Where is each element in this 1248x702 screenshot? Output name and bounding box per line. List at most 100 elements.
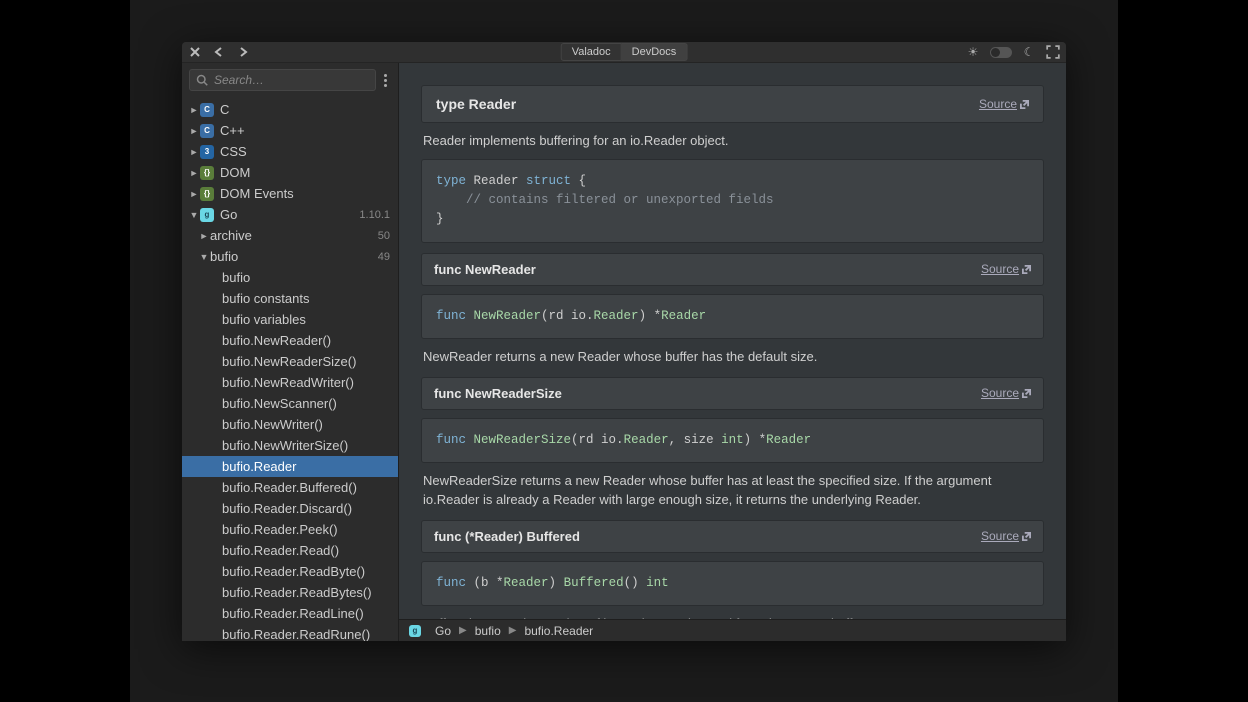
tree-label: bufio.NewWriter(): [222, 417, 390, 432]
tree-label: bufio.Reader.Discard(): [222, 501, 390, 516]
section-type-reader: type Reader Source: [421, 85, 1044, 123]
forward-icon[interactable]: [236, 45, 250, 59]
go-icon: g: [409, 625, 421, 637]
menu-icon[interactable]: [380, 72, 391, 88]
breadcrumb-item[interactable]: bufio.Reader: [524, 624, 593, 638]
tree-item[interactable]: bufio: [182, 267, 398, 288]
tree-label: bufio constants: [222, 291, 390, 306]
tree-item[interactable]: bufio.Reader.Buffered(): [182, 477, 398, 498]
search-input[interactable]: [189, 69, 376, 91]
titlebar: Valadoc DevDocs ☀ ☾: [182, 42, 1066, 63]
tree-item[interactable]: ►{} DOM: [182, 162, 398, 183]
section-newreadersize: func NewReaderSize Source: [421, 377, 1044, 410]
tree-item[interactable]: bufio constants: [182, 288, 398, 309]
tree-item[interactable]: bufio variables: [182, 309, 398, 330]
tree-item[interactable]: ►C C++: [182, 120, 398, 141]
tab-valadoc[interactable]: Valadoc: [561, 43, 622, 61]
sidebar: ►CC►CC++►3CSS►{}DOM►{}DOM Events▼gGo1.10…: [182, 63, 399, 641]
tree-item[interactable]: ►3 CSS: [182, 141, 398, 162]
tree-item[interactable]: bufio.NewScanner(): [182, 393, 398, 414]
tree-label: bufio: [210, 249, 378, 264]
tree-label: bufio.Reader.ReadRune(): [222, 627, 390, 641]
lang-icon: g: [200, 208, 214, 222]
tree-item[interactable]: bufio.Reader.Peek(): [182, 519, 398, 540]
tree-item[interactable]: bufio.NewWriterSize(): [182, 435, 398, 456]
tree-item[interactable]: bufio.Reader.Discard(): [182, 498, 398, 519]
tree-item[interactable]: bufio.Reader: [182, 456, 398, 477]
section-title: type Reader: [436, 96, 516, 112]
code-newreader: func NewReader(rd io.Reader) *Reader: [421, 294, 1044, 339]
section-newreader: func NewReader Source: [421, 253, 1044, 286]
tree-label: CSS: [220, 144, 390, 159]
lang-icon: C: [200, 124, 214, 138]
tree-item[interactable]: ►archive50: [182, 225, 398, 246]
breadcrumb-item[interactable]: Go: [435, 624, 451, 638]
tree-label: bufio: [222, 270, 390, 285]
tree-label: bufio.Reader.ReadByte(): [222, 564, 390, 579]
tree-item[interactable]: ►{}DOM Events: [182, 183, 398, 204]
disclosure-icon: ►: [188, 168, 200, 178]
close-icon[interactable]: [188, 45, 202, 59]
disclosure-icon: ►: [188, 147, 200, 157]
disclosure-icon: ▼: [198, 252, 210, 262]
theme-toggle[interactable]: [990, 47, 1012, 58]
tree-label: bufio.NewReaderSize(): [222, 354, 390, 369]
tree-label: bufio.Reader.Buffered(): [222, 480, 390, 495]
back-icon[interactable]: [212, 45, 226, 59]
lang-icon: {}: [200, 166, 214, 180]
code-newreadersize: func NewReaderSize(rd io.Reader, size in…: [421, 418, 1044, 463]
tree-label: bufio variables: [222, 312, 390, 327]
tree-label: bufio.NewReader(): [222, 333, 390, 348]
tree-item[interactable]: bufio.Reader.ReadRune(): [182, 624, 398, 641]
source-link[interactable]: Source: [981, 529, 1031, 543]
tree-item[interactable]: bufio.NewReader(): [182, 330, 398, 351]
code-buffered: func (b *Reader) Buffered() int: [421, 561, 1044, 606]
tree-badge: 50: [378, 230, 390, 242]
tree-item[interactable]: bufio.Reader.Read(): [182, 540, 398, 561]
tab-devdocs[interactable]: DevDocs: [622, 43, 688, 61]
navigation-tree[interactable]: ►CC►CC++►3CSS►{}DOM►{}DOM Events▼gGo1.10…: [182, 97, 398, 641]
tree-badge: 1.10.1: [359, 209, 390, 221]
lang-icon: {}: [200, 187, 214, 201]
type-reader-desc: Reader implements buffering for an io.Re…: [423, 131, 1042, 151]
sun-icon: ☀: [966, 45, 980, 59]
tree-label: archive: [210, 228, 378, 243]
tree-label: bufio.Reader.Peek(): [222, 522, 390, 537]
disclosure-icon: ▼: [188, 210, 200, 220]
tree-label: bufio.Reader.ReadLine(): [222, 606, 390, 621]
tree-label: bufio.NewReadWriter(): [222, 375, 390, 390]
search-icon: [196, 74, 208, 86]
tree-item[interactable]: ▼g Go1.10.1: [182, 204, 398, 225]
tree-label: Go: [220, 207, 359, 222]
disclosure-icon: ►: [188, 105, 200, 115]
source-link[interactable]: Source: [981, 262, 1031, 276]
tree-item[interactable]: ▼bufio49: [182, 246, 398, 267]
tree-badge: 49: [378, 251, 390, 263]
fullscreen-icon[interactable]: [1046, 45, 1060, 59]
tree-label: DOM: [220, 165, 390, 180]
moon-icon: ☾: [1022, 45, 1036, 59]
source-link[interactable]: Source: [979, 97, 1029, 111]
disclosure-icon: ►: [198, 231, 210, 241]
breadcrumb-item[interactable]: bufio: [475, 624, 501, 638]
disclosure-icon: ►: [188, 126, 200, 136]
chevron-right-icon: ▶: [509, 625, 517, 636]
tree-item[interactable]: bufio.NewReaderSize(): [182, 351, 398, 372]
app-window: Valadoc DevDocs ☀ ☾ ►CC►CC++►3CSS►{}DOM►…: [182, 42, 1066, 641]
tree-item[interactable]: ►CC: [182, 99, 398, 120]
source-link[interactable]: Source: [981, 386, 1031, 400]
tree-item[interactable]: bufio.NewReadWriter(): [182, 372, 398, 393]
tree-item[interactable]: bufio.Reader.ReadBytes(): [182, 582, 398, 603]
chevron-right-icon: ▶: [459, 625, 467, 636]
tree-label: C: [220, 102, 390, 117]
lang-icon: 3: [200, 145, 214, 159]
tree-item[interactable]: bufio.Reader.ReadByte(): [182, 561, 398, 582]
content-area[interactable]: type Reader Source Reader implements buf…: [399, 63, 1066, 641]
breadcrumb: g Go ▶ bufio ▶ bufio.Reader: [399, 619, 1066, 641]
tree-label: bufio.Reader: [222, 459, 390, 474]
tree-label: bufio.NewScanner(): [222, 396, 390, 411]
tree-item[interactable]: bufio.Reader.ReadLine(): [182, 603, 398, 624]
tree-label: bufio.Reader.ReadBytes(): [222, 585, 390, 600]
tree-item[interactable]: bufio.NewWriter(): [182, 414, 398, 435]
tree-label: C++: [220, 123, 390, 138]
